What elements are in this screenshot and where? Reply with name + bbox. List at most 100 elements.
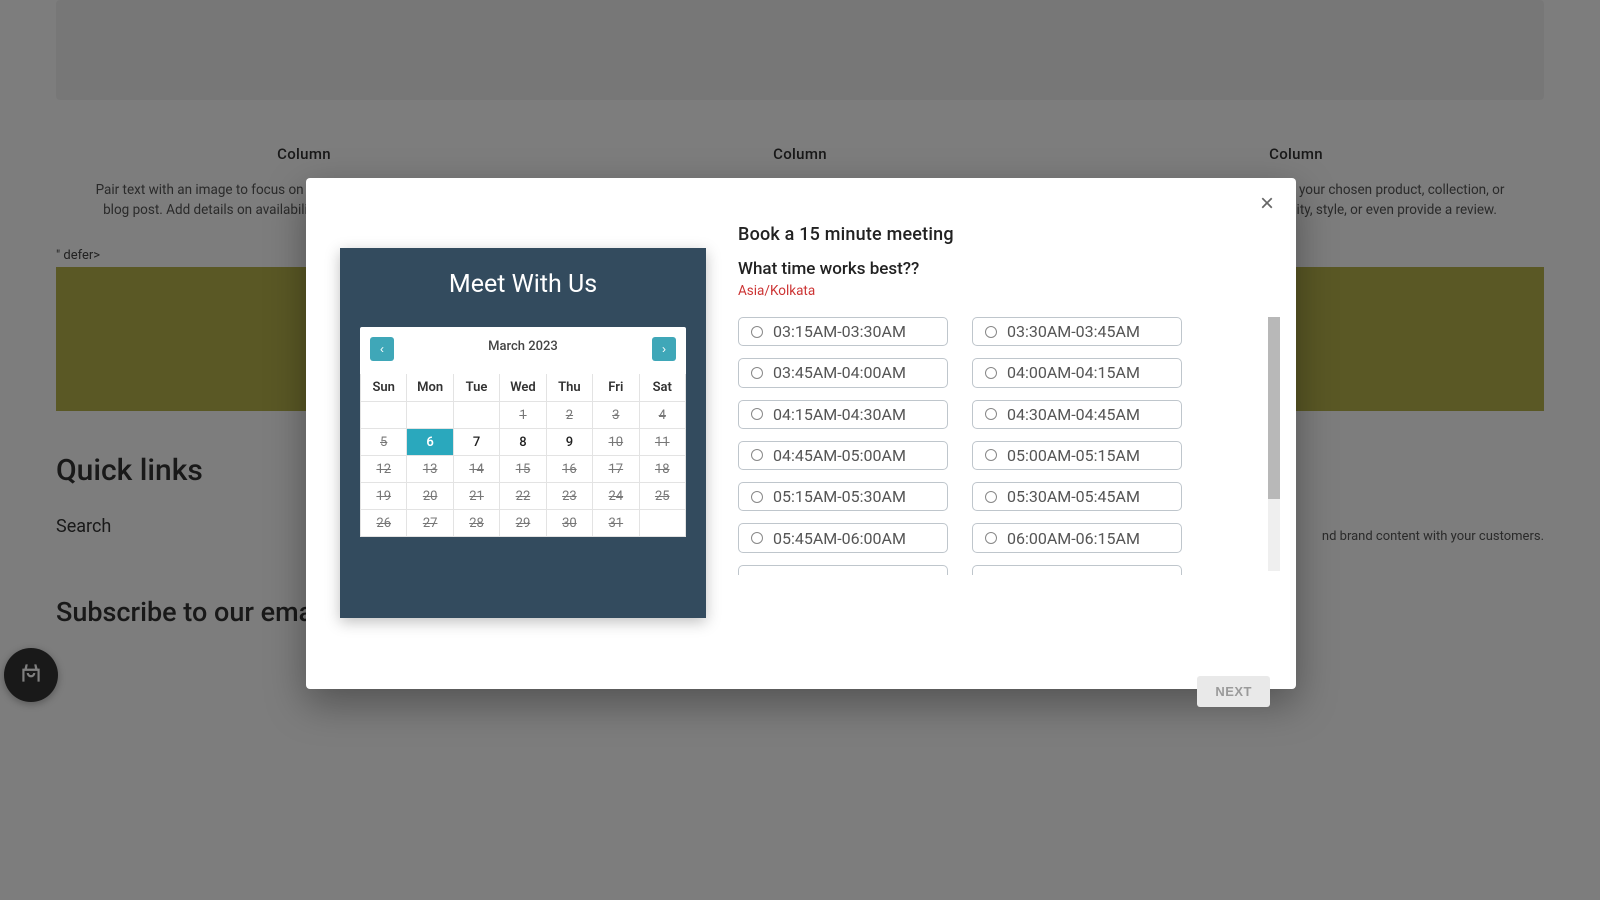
calendar-day[interactable]: 9 <box>546 429 592 456</box>
scrollbar-track[interactable] <box>1268 317 1280 571</box>
slots-column-right: 03:30AM-03:45AM 04:00AM-04:15AM 04:30AM-04… <box>972 317 1182 575</box>
chevron-left-icon: ‹ <box>380 342 384 356</box>
time-slot-label: 04:30AM-04:45AM <box>1007 405 1140 424</box>
calendar-day[interactable]: 10 <box>593 429 639 456</box>
time-slot[interactable]: 05:00AM-05:15AM <box>972 441 1182 470</box>
time-slot[interactable] <box>738 565 948 575</box>
calendar-day[interactable]: 20 <box>407 483 453 510</box>
time-slot[interactable]: 03:15AM-03:30AM <box>738 317 948 346</box>
time-slot-label: 05:30AM-05:45AM <box>1007 487 1140 506</box>
calendar-weekday: Fri <box>593 374 639 402</box>
next-button[interactable]: NEXT <box>1197 676 1270 707</box>
calendar-day[interactable]: 28 <box>453 510 499 537</box>
calendar-day[interactable]: 5 <box>361 429 407 456</box>
calendar-day[interactable]: 1 <box>500 402 546 429</box>
time-slot-label: 05:00AM-05:15AM <box>1007 446 1140 465</box>
calendar-day[interactable]: 31 <box>593 510 639 537</box>
radio-icon <box>751 532 763 544</box>
calendar-day <box>361 402 407 429</box>
calendar-day[interactable]: 6 <box>407 429 453 456</box>
time-slot-label: 04:15AM-04:30AM <box>773 405 906 424</box>
calendar-day[interactable]: 8 <box>500 429 546 456</box>
calendar-weekday: Wed <box>500 374 546 402</box>
calendar-day[interactable]: 7 <box>453 429 499 456</box>
calendar-day <box>407 402 453 429</box>
calendar-day[interactable]: 15 <box>500 456 546 483</box>
booking-question: What time works best?? <box>738 259 1262 279</box>
calendar-day[interactable]: 25 <box>639 483 685 510</box>
time-slot[interactable] <box>972 565 1182 575</box>
calendar-day[interactable]: 24 <box>593 483 639 510</box>
time-slot-label: 04:00AM-04:15AM <box>1007 363 1140 382</box>
calendar-weekday: Sat <box>639 374 685 402</box>
slots-column-left: 03:15AM-03:30AM 03:45AM-04:00AM 04:15AM-04… <box>738 317 948 575</box>
radio-icon <box>985 408 997 420</box>
radio-icon <box>751 367 763 379</box>
time-slot[interactable]: 05:45AM-06:00AM <box>738 523 948 552</box>
radio-icon <box>985 326 997 338</box>
calendar-day[interactable]: 19 <box>361 483 407 510</box>
calendar-day[interactable]: 21 <box>453 483 499 510</box>
calendar-weekday: Sun <box>361 374 407 402</box>
booking-panel: Book a 15 minute meeting What time works… <box>738 206 1262 661</box>
time-slot[interactable]: 04:00AM-04:15AM <box>972 358 1182 387</box>
calendar-day[interactable]: 23 <box>546 483 592 510</box>
calendar-grid: SunMonTueWedThuFriSat 123456789101112131… <box>360 374 686 537</box>
time-slot-label: 06:00AM-06:15AM <box>1007 529 1140 548</box>
scrollbar-thumb[interactable] <box>1268 317 1280 499</box>
calendar-title: Meet With Us <box>360 270 686 299</box>
calendar-day[interactable]: 27 <box>407 510 453 537</box>
calendar-day[interactable]: 29 <box>500 510 546 537</box>
time-slot[interactable]: 05:15AM-05:30AM <box>738 482 948 511</box>
calendar-day[interactable]: 26 <box>361 510 407 537</box>
calendar-panel: Meet With Us ‹ March 2023 › SunMonTueWed… <box>340 248 706 618</box>
time-slot[interactable]: 03:30AM-03:45AM <box>972 317 1182 346</box>
radio-icon <box>985 491 997 503</box>
chevron-right-icon: › <box>662 342 666 356</box>
time-slot-label: 03:15AM-03:30AM <box>773 322 906 341</box>
calendar-day <box>453 402 499 429</box>
calendar-next-button[interactable]: › <box>652 337 676 361</box>
calendar-weekday: Tue <box>453 374 499 402</box>
calendar-day[interactable]: 3 <box>593 402 639 429</box>
calendar-day[interactable]: 17 <box>593 456 639 483</box>
time-slot-label: 03:45AM-04:00AM <box>773 363 906 382</box>
calendar-day[interactable]: 22 <box>500 483 546 510</box>
time-slot[interactable]: 04:45AM-05:00AM <box>738 441 948 470</box>
booking-modal: × Meet With Us ‹ March 2023 › SunMonTueW… <box>306 178 1296 689</box>
time-slot[interactable]: 04:15AM-04:30AM <box>738 400 948 429</box>
time-slots-wrap: 03:15AM-03:30AM 03:45AM-04:00AM 04:15AM-04… <box>738 317 1262 575</box>
calendar-weekday: Thu <box>546 374 592 402</box>
time-slot[interactable]: 03:45AM-04:00AM <box>738 358 948 387</box>
calendar-day[interactable]: 16 <box>546 456 592 483</box>
calendar-day[interactable]: 18 <box>639 456 685 483</box>
radio-icon <box>751 491 763 503</box>
time-slot-label: 03:30AM-03:45AM <box>1007 322 1140 341</box>
time-slot[interactable]: 05:30AM-05:45AM <box>972 482 1182 511</box>
calendar-day[interactable]: 30 <box>546 510 592 537</box>
radio-icon <box>985 449 997 461</box>
timezone-link[interactable]: Asia/Kolkata <box>738 283 1262 299</box>
booking-heading: Book a 15 minute meeting <box>738 224 1262 245</box>
radio-icon <box>985 532 997 544</box>
calendar-weekday: Mon <box>407 374 453 402</box>
time-slot-label: 04:45AM-05:00AM <box>773 446 906 465</box>
calendar-day[interactable]: 12 <box>361 456 407 483</box>
time-slot-label: 05:15AM-05:30AM <box>773 487 906 506</box>
radio-icon <box>751 326 763 338</box>
calendar-month-label: March 2023 <box>360 339 686 354</box>
close-button[interactable]: × <box>1260 192 1274 216</box>
time-slot[interactable]: 04:30AM-04:45AM <box>972 400 1182 429</box>
close-icon: × <box>1260 190 1274 217</box>
calendar-prev-button[interactable]: ‹ <box>370 337 394 361</box>
calendar-day[interactable]: 14 <box>453 456 499 483</box>
calendar-day <box>639 510 685 537</box>
time-slot[interactable]: 06:00AM-06:15AM <box>972 523 1182 552</box>
radio-icon <box>751 408 763 420</box>
calendar-day[interactable]: 13 <box>407 456 453 483</box>
calendar-day[interactable]: 4 <box>639 402 685 429</box>
radio-icon <box>985 367 997 379</box>
calendar-day[interactable]: 2 <box>546 402 592 429</box>
calendar-card: ‹ March 2023 › SunMonTueWedThuFriSat 123… <box>360 327 686 537</box>
calendar-day[interactable]: 11 <box>639 429 685 456</box>
